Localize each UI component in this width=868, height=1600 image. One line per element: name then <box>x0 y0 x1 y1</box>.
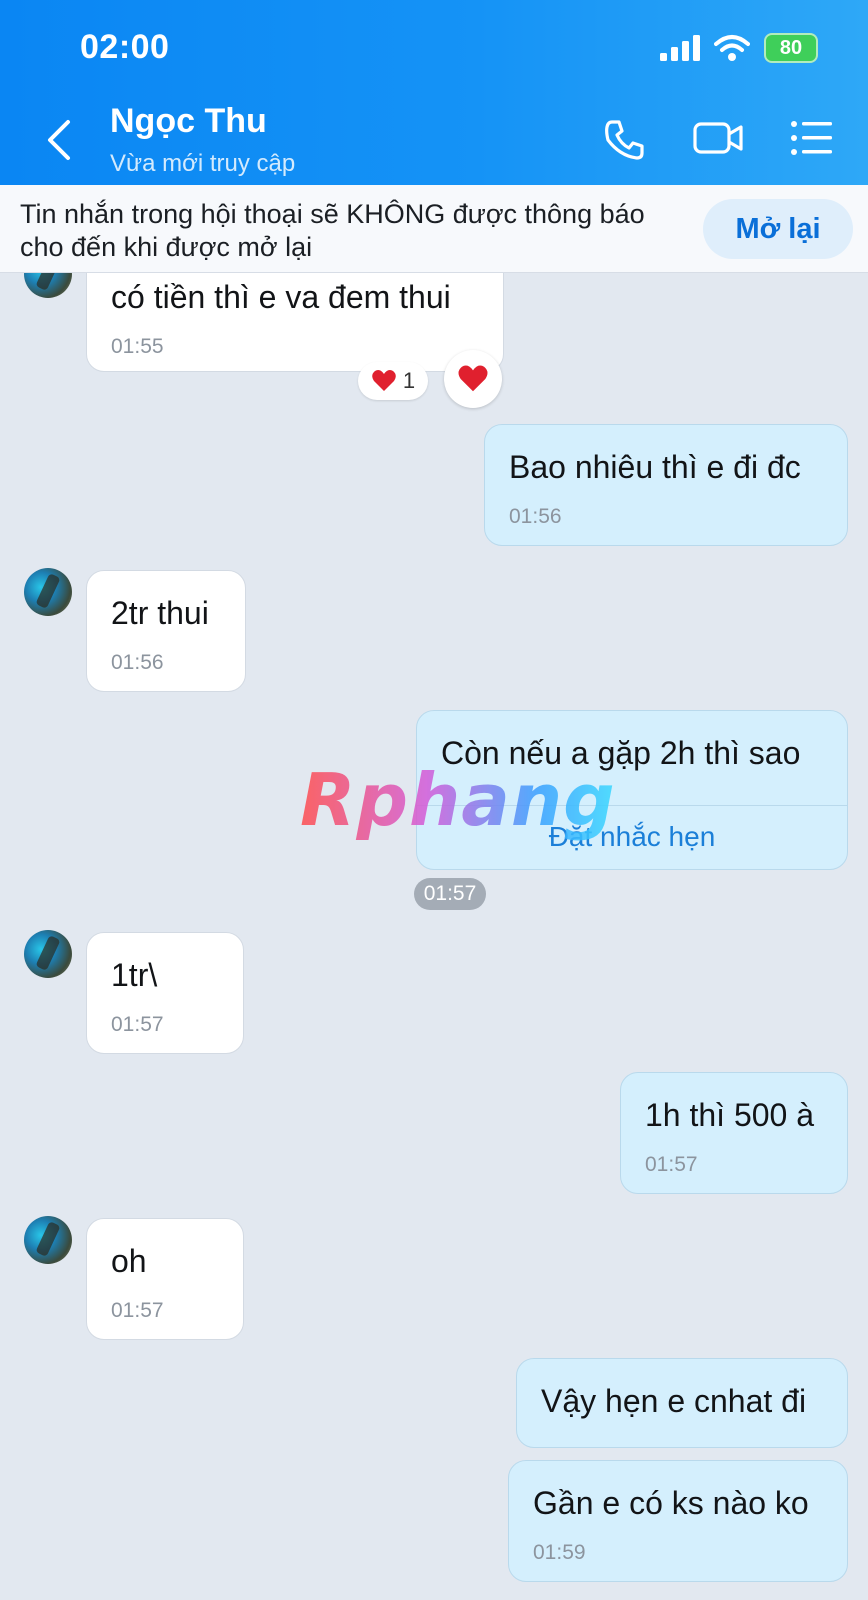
message-bubble-outgoing[interactable]: Bao nhiêu thì e đi đc 01:56 <box>484 424 848 546</box>
phone-icon <box>605 120 644 160</box>
message-time: 01:56 <box>509 505 562 528</box>
reopen-button[interactable]: Mở lại <box>703 199 853 259</box>
muted-notice-text: Tin nhắn trong hội thoại sẽ KHÔNG được t… <box>20 199 645 262</box>
message-bubble-incoming[interactable]: 2tr thui 01:56 <box>86 570 246 692</box>
message-time: 01:57 <box>111 1013 164 1036</box>
reaction-count: 1 <box>402 368 416 393</box>
contact-name[interactable]: Ngọc Thu <box>110 102 267 141</box>
message-time: 01:59 <box>533 1541 586 1564</box>
video-camera-icon <box>693 122 743 154</box>
call-button[interactable] <box>602 118 646 167</box>
message-text: Bao nhiêu thì e đi đc <box>509 449 801 485</box>
contact-avatar[interactable] <box>24 568 72 616</box>
message-bubble-outgoing[interactable]: Gần e có ks nào ko 01:59 <box>508 1460 848 1582</box>
wifi-icon <box>714 35 750 61</box>
message-text: có tiền thì e va đem thui <box>111 279 451 315</box>
status-indicators: 80 <box>660 33 818 63</box>
contact-avatar[interactable] <box>24 930 72 978</box>
contact-avatar[interactable] <box>24 1216 72 1264</box>
message-bubble-outgoing[interactable]: Vậy hẹn e cnhat đi <box>516 1358 848 1448</box>
watermark-logo: Rphang <box>300 758 616 842</box>
heart-icon <box>458 365 488 392</box>
back-button[interactable] <box>40 118 80 162</box>
message-text: 1h thì 500 à <box>645 1097 815 1133</box>
message-time: 01:57 <box>645 1153 698 1176</box>
message-time: 01:55 <box>111 335 164 358</box>
message-text: Vậy hẹn e cnhat đi <box>541 1383 807 1419</box>
chevron-left-icon <box>48 120 70 160</box>
message-bubble-outgoing[interactable]: 1h thì 500 à 01:57 <box>620 1072 848 1194</box>
message-time: 01:56 <box>111 651 164 674</box>
chat-header: 02:00 80 Ngọc Thu Vừa mới truy cập <box>0 0 868 185</box>
add-reaction-button[interactable] <box>444 350 502 408</box>
video-call-button[interactable] <box>692 118 744 163</box>
message-text: 1tr\ <box>111 957 158 993</box>
message-text: oh <box>111 1243 147 1279</box>
contact-status: Vừa mới truy cập <box>110 150 296 177</box>
menu-button[interactable] <box>790 118 834 163</box>
reaction-summary[interactable]: 1 <box>358 362 428 400</box>
message-text: 2tr thui <box>111 595 209 631</box>
message-text: Gần e có ks nào ko <box>533 1485 809 1521</box>
muted-notice-bar-overlay: Tin nhắn trong hội thoại sẽ KHÔNG được t… <box>0 185 868 273</box>
message-time-chip: 01:57 <box>414 878 486 910</box>
signal-icon <box>660 35 700 61</box>
message-bubble-incoming[interactable]: 1tr\ 01:57 <box>86 932 244 1054</box>
heart-icon <box>372 370 396 391</box>
message-time: 01:57 <box>111 1299 164 1322</box>
status-time: 02:00 <box>80 28 170 66</box>
battery-indicator: 80 <box>764 33 818 63</box>
message-bubble-incoming[interactable]: oh 01:57 <box>86 1218 244 1340</box>
menu-list-icon <box>791 121 832 155</box>
